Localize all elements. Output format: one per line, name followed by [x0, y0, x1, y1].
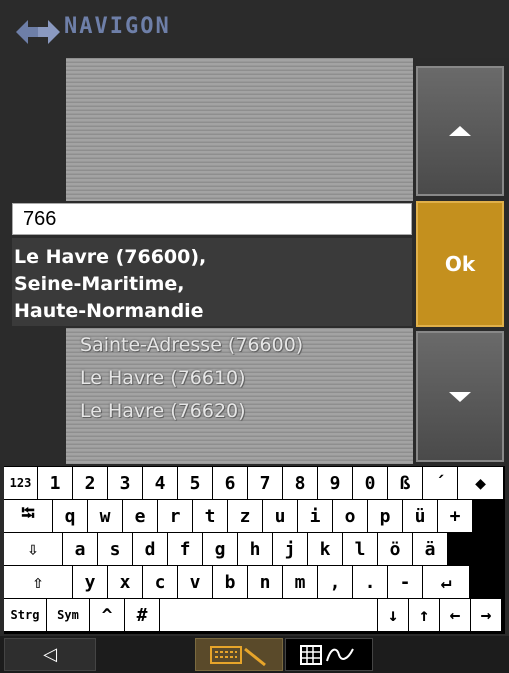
key[interactable]: -	[388, 566, 422, 598]
brand-name: NAVIGON	[64, 14, 171, 39]
space-key[interactable]	[160, 599, 377, 631]
key[interactable]: l	[343, 533, 377, 565]
arrow-down-key[interactable]: ↓	[378, 599, 408, 631]
key[interactable]: w	[88, 500, 122, 532]
key[interactable]: 5	[178, 467, 212, 499]
key[interactable]: y	[73, 566, 107, 598]
selected-result-item[interactable]: Le Havre (76600), Seine-Maritime, Haute-…	[12, 238, 412, 326]
result-list-item[interactable]: Le Havre (76610)	[80, 367, 410, 399]
key[interactable]: f	[168, 533, 202, 565]
result-list-item[interactable]: Le Havre (76620)	[80, 400, 410, 432]
sym-key[interactable]: Sym	[47, 599, 89, 631]
key[interactable]: c	[143, 566, 177, 598]
key[interactable]: 8	[283, 467, 317, 499]
key[interactable]: ´	[423, 467, 457, 499]
key[interactable]: 2	[73, 467, 107, 499]
key-123[interactable]: 123	[4, 467, 37, 499]
selected-result-line: Seine-Maritime,	[14, 273, 185, 295]
key[interactable]: 9	[318, 467, 352, 499]
result-list-item[interactable]: Sainte-Adresse (76600)	[80, 334, 410, 366]
handwriting-icon	[300, 644, 354, 665]
tab-key[interactable]: ⭾	[4, 500, 52, 532]
key[interactable]: ä	[413, 533, 447, 565]
handwriting-mode-button[interactable]	[285, 638, 373, 671]
key[interactable]: 0	[353, 467, 387, 499]
postcode-search-input[interactable]: 766	[12, 203, 412, 235]
caps-lock-key[interactable]: ⇩	[4, 533, 62, 565]
key[interactable]: b	[213, 566, 247, 598]
keyboard-mode-button[interactable]	[195, 638, 283, 671]
selected-result-line: Le Havre (76600),	[14, 246, 207, 268]
scroll-down-button[interactable]	[416, 331, 504, 462]
key[interactable]: 1	[38, 467, 72, 499]
key[interactable]: g	[203, 533, 237, 565]
arrow-up-key[interactable]: ↑	[409, 599, 439, 631]
key[interactable]: u	[263, 500, 297, 532]
key[interactable]: +	[438, 500, 472, 532]
chevron-down-icon	[449, 391, 471, 402]
key[interactable]: e	[123, 500, 157, 532]
key[interactable]: 7	[248, 467, 282, 499]
key[interactable]: o	[333, 500, 367, 532]
key[interactable]: t	[193, 500, 227, 532]
key[interactable]: z	[228, 500, 262, 532]
selected-result-line: Haute-Normandie	[14, 300, 204, 322]
key[interactable]: ^	[90, 599, 124, 631]
key[interactable]: m	[283, 566, 317, 598]
key[interactable]: ü	[403, 500, 437, 532]
key[interactable]: .	[353, 566, 387, 598]
list-background-top	[66, 58, 413, 201]
key[interactable]: 3	[108, 467, 142, 499]
key[interactable]: ß	[388, 467, 422, 499]
key[interactable]: x	[108, 566, 142, 598]
key[interactable]: 4	[143, 467, 177, 499]
key[interactable]: j	[273, 533, 307, 565]
key[interactable]: k	[308, 533, 342, 565]
key[interactable]: v	[178, 566, 212, 598]
key[interactable]: a	[63, 533, 97, 565]
key[interactable]: r	[158, 500, 192, 532]
key[interactable]: p	[368, 500, 402, 532]
arrow-right-key[interactable]: →	[471, 599, 501, 631]
key[interactable]: i	[298, 500, 332, 532]
backspace-key[interactable]: ◆	[458, 467, 503, 499]
key[interactable]: n	[248, 566, 282, 598]
ok-button[interactable]: Ok	[416, 201, 504, 327]
arrow-left-key[interactable]: ←	[440, 599, 470, 631]
key[interactable]: #	[125, 599, 159, 631]
back-button[interactable]: ◁	[4, 638, 96, 671]
key[interactable]: q	[53, 500, 87, 532]
key[interactable]: d	[133, 533, 167, 565]
shift-key[interactable]: ⇧	[4, 566, 72, 598]
on-screen-keyboard: 123 1 2 3 4 5 6 7 8 9 0 ß ´ ◆ ⭾ q w e r …	[4, 466, 505, 634]
key[interactable]: ,	[318, 566, 352, 598]
navigon-logo-icon	[16, 20, 60, 44]
key[interactable]: 6	[213, 467, 247, 499]
ctrl-key[interactable]: Strg	[4, 599, 46, 631]
keyboard-icon	[210, 645, 266, 666]
key[interactable]: h	[238, 533, 272, 565]
chevron-up-icon	[449, 126, 471, 136]
key[interactable]: ö	[378, 533, 412, 565]
enter-key[interactable]: ↵	[423, 566, 469, 598]
key[interactable]: s	[98, 533, 132, 565]
scroll-up-button[interactable]	[416, 66, 504, 196]
